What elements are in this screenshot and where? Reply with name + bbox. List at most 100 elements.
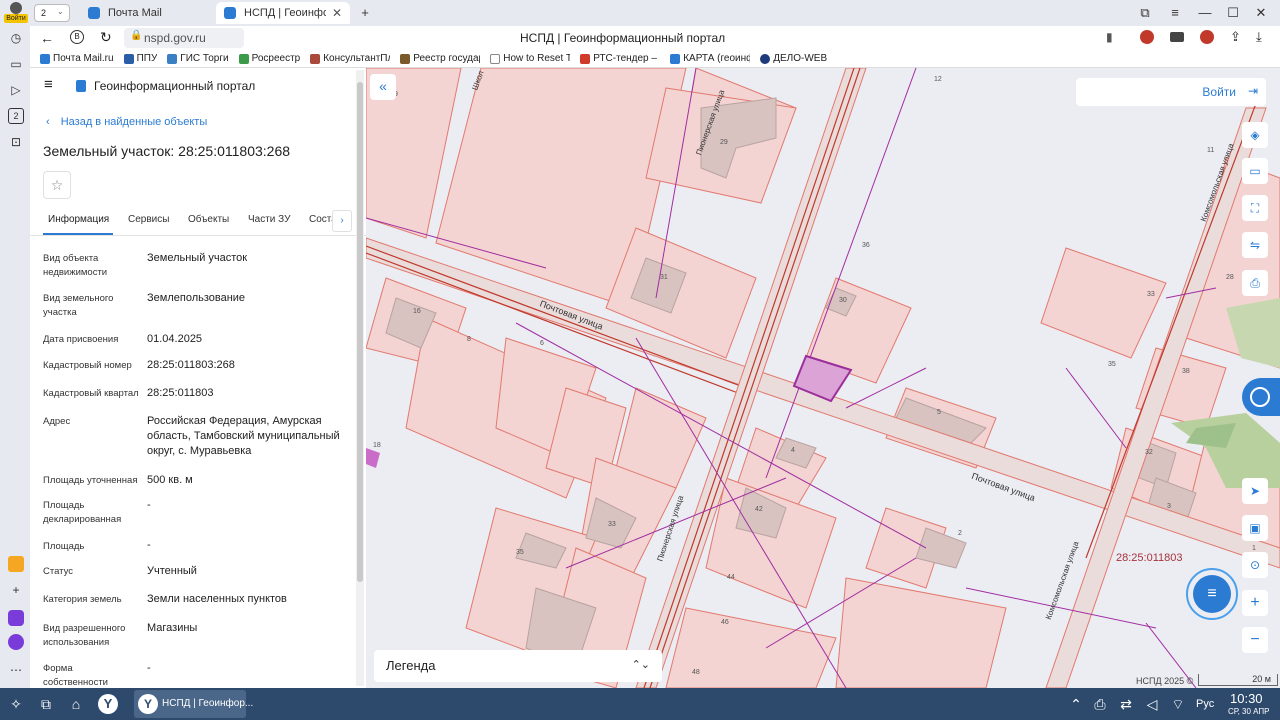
- minimize-icon[interactable]: —: [1196, 4, 1214, 22]
- geolocation-button[interactable]: ➤: [1242, 478, 1268, 504]
- taskbar-window-nspd[interactable]: Y НСПД | Геоинфор...: [134, 690, 253, 718]
- layers-button[interactable]: ◈: [1242, 122, 1268, 148]
- wifi-icon[interactable]: ⌔: [1168, 694, 1188, 714]
- login-icon: ⇥: [1247, 84, 1258, 98]
- favorite-button[interactable]: ☆: [43, 171, 71, 199]
- clock-time[interactable]: 10:30: [1230, 691, 1263, 706]
- location-pin-button[interactable]: ⊙: [1242, 552, 1268, 578]
- reload-icon[interactable]: ↻: [100, 29, 112, 46]
- bookmark-favicon: [580, 53, 591, 64]
- tab-label: Почта Mail: [108, 7, 162, 19]
- tab-objects[interactable]: Объекты: [188, 214, 229, 225]
- bookmark-item[interactable]: ППУ: [123, 53, 157, 64]
- history-icon[interactable]: ◷: [8, 30, 24, 46]
- print-button[interactable]: ⎙: [1242, 270, 1268, 296]
- browser-sidebar: ◷ ▭ ▷ 2 ⊡ + ⋯: [0, 26, 30, 688]
- panel-scrollbar[interactable]: [356, 70, 364, 686]
- value-cadastral-quarter: 28:25:011803: [147, 387, 214, 399]
- scale-label: 20 м: [1252, 674, 1271, 684]
- label-cadastral-number: Кадастровый номер: [43, 360, 132, 371]
- login-button[interactable]: Войти ⇥: [1076, 78, 1266, 106]
- boundary-line: [1065, 367, 1127, 449]
- volume-icon[interactable]: ◁: [1142, 694, 1162, 714]
- more-icon[interactable]: ⋯: [8, 662, 24, 678]
- collapse-panel-button[interactable]: «: [370, 74, 396, 100]
- bookmark-item[interactable]: Почта Mail.ru: [40, 53, 114, 64]
- tabs-scroll-right[interactable]: ›: [332, 210, 352, 232]
- scrollbar-thumb[interactable]: [357, 82, 363, 582]
- share-icon[interactable]: ⇪: [1230, 29, 1241, 45]
- label-permitted-use: Вид разрешенного использования: [43, 623, 126, 648]
- bookmark-item[interactable]: How to Reset Th: [490, 53, 570, 64]
- chat-button[interactable]: ≡: [1186, 568, 1238, 620]
- add-icon[interactable]: +: [8, 582, 24, 598]
- zoom-in-button[interactable]: +: [1242, 590, 1268, 616]
- start-star-icon[interactable]: ✧: [6, 694, 26, 714]
- new-tab-button[interactable]: +: [356, 4, 374, 22]
- ruler-icon: ▭: [1249, 164, 1261, 178]
- object-title: Земельный участок: 28:25:011803:268: [43, 143, 291, 159]
- bookmark-favicon: [167, 53, 178, 64]
- maximize-icon[interactable]: ☐: [1224, 4, 1242, 22]
- windows-icon[interactable]: ⧉: [36, 694, 56, 714]
- house-number: 12: [934, 76, 942, 83]
- close-window-icon[interactable]: ✕: [1252, 4, 1270, 22]
- tab-info[interactable]: Информация: [48, 214, 109, 225]
- tab-count-button[interactable]: 2 ⌄: [34, 4, 70, 22]
- share-button[interactable]: ⇋: [1242, 232, 1268, 258]
- share-icon: ⇋: [1249, 238, 1261, 252]
- tab-number-icon[interactable]: 2: [8, 108, 24, 124]
- tab-label: НСПД | Геоинформа: [244, 7, 326, 19]
- zoom-out-button[interactable]: −: [1242, 627, 1268, 653]
- navigation-icon: ➤: [1249, 484, 1261, 498]
- extension-icon-3[interactable]: [1200, 30, 1214, 44]
- bookmark-item[interactable]: КАРТА (геоинф: [670, 53, 750, 64]
- select-area-button[interactable]: ⛶: [1242, 195, 1268, 221]
- tray-up-icon[interactable]: ⌃: [1066, 694, 1086, 714]
- value-area: -: [147, 539, 151, 551]
- tab-nspd[interactable]: НСПД | Геоинформа ✕: [216, 2, 350, 24]
- assistant-button[interactable]: [1242, 378, 1280, 416]
- url-field[interactable]: 🔒 nspd.gov.ru: [124, 28, 244, 48]
- tab-services[interactable]: Сервисы: [128, 214, 169, 225]
- extension-icon-1[interactable]: [1140, 30, 1154, 44]
- assistant-icon[interactable]: [8, 634, 24, 650]
- bookmark-icon[interactable]: ▮: [1106, 30, 1113, 44]
- house-number: 48: [692, 669, 700, 676]
- protect-icon[interactable]: B: [70, 30, 84, 44]
- tab-mail[interactable]: Почта Mail: [80, 2, 214, 24]
- bookmark-item[interactable]: Реестр государ: [400, 53, 480, 64]
- cadastral-map[interactable]: Почтовая улица Почтовая улица Пионерская…: [366, 68, 1280, 688]
- bookmark-item[interactable]: ГИС Торги: [167, 53, 229, 64]
- alice-icon[interactable]: [8, 610, 24, 626]
- legend-panel[interactable]: Легенда ⌃⌄: [374, 650, 662, 682]
- yandex-browser-icon[interactable]: Y: [98, 694, 118, 714]
- file-manager-icon[interactable]: ⌂: [66, 694, 86, 714]
- bookmark-item[interactable]: ДЕЛО-WEB: [760, 53, 827, 64]
- house-number: 5: [937, 409, 941, 416]
- close-icon[interactable]: ✕: [332, 6, 342, 20]
- mail-app-icon[interactable]: [8, 556, 24, 572]
- collections-icon[interactable]: ▭: [8, 56, 24, 72]
- profile-button[interactable]: Войти: [4, 1, 28, 25]
- screenshot-icon[interactable]: ⊡: [8, 134, 24, 150]
- extension-icon-2[interactable]: [1170, 32, 1184, 42]
- language-indicator[interactable]: Рус: [1196, 698, 1214, 710]
- download-icon[interactable]: ⤓: [1256, 29, 1262, 45]
- back-icon[interactable]: ←: [40, 30, 54, 46]
- tab-parts[interactable]: Части ЗУ: [248, 214, 290, 225]
- bookmark-item[interactable]: КонсультантПлю: [310, 53, 390, 64]
- minimap-button[interactable]: ▣: [1242, 515, 1268, 541]
- play-icon[interactable]: ▷: [8, 82, 24, 98]
- map-canvas[interactable]: [366, 68, 1280, 688]
- menu-icon[interactable]: ≡: [1166, 4, 1184, 22]
- printer-icon[interactable]: ⎙: [1090, 694, 1110, 714]
- network-icon[interactable]: ⇄: [1116, 694, 1136, 714]
- collections-icon[interactable]: ⧉: [1136, 4, 1154, 22]
- ruler-button[interactable]: ▭: [1242, 158, 1268, 184]
- back-link[interactable]: ‹ Назад в найденные объекты: [46, 116, 207, 128]
- bookmark-item[interactable]: Росреестр: [238, 53, 300, 64]
- hamburger-icon[interactable]: ≡: [44, 77, 53, 92]
- bookmark-item[interactable]: РТС-тендер – э: [580, 53, 660, 64]
- house-number: 42: [755, 506, 763, 513]
